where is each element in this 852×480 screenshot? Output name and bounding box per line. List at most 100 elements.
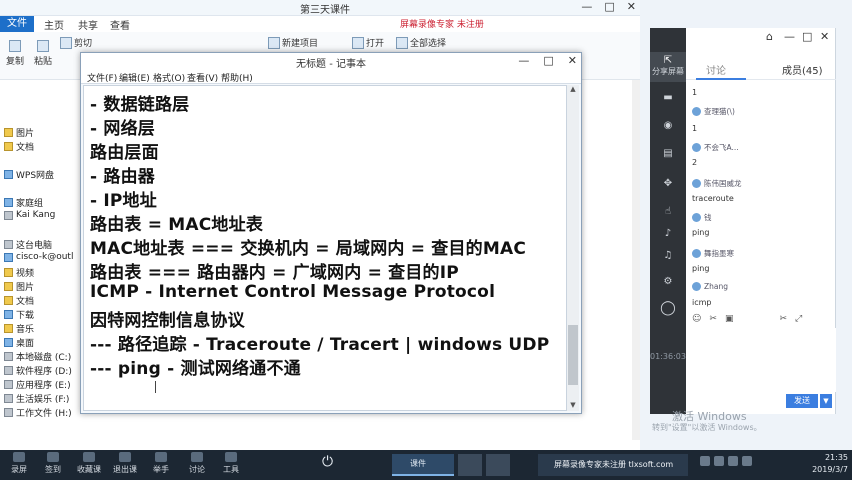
- taskbar-tools-button[interactable]: 工具: [218, 452, 244, 475]
- notepad-vertical-scrollbar[interactable]: ▲ ▼: [567, 85, 579, 411]
- scroll-up-arrow-icon[interactable]: ▲: [567, 85, 579, 95]
- camera-icon[interactable]: ◉: [650, 120, 686, 131]
- image-icon[interactable]: ▣: [725, 314, 734, 328]
- avatar[interactable]: [692, 213, 701, 222]
- tab-share[interactable]: 共享: [78, 17, 98, 32]
- taskbar-exit-button[interactable]: 退出课: [110, 452, 140, 475]
- pin-icon[interactable]: ⌂: [766, 30, 773, 43]
- avatar[interactable]: [692, 249, 701, 258]
- emoji-icon[interactable]: ☺: [692, 314, 701, 328]
- tab-home[interactable]: 主页: [44, 17, 64, 32]
- scroll-down-arrow-icon[interactable]: ▼: [567, 401, 579, 411]
- minimize-button[interactable]: —: [784, 30, 795, 43]
- settings-icon[interactable]: ⚙: [650, 276, 686, 287]
- nav-item[interactable]: 音乐: [4, 322, 34, 335]
- nav-item[interactable]: WPS网盘: [4, 168, 54, 181]
- nav-item[interactable]: 软件程序 (D:): [4, 364, 72, 377]
- taskbar-favorite-button[interactable]: 收藏课: [74, 452, 104, 475]
- tools-icon[interactable]: ✂: [779, 314, 787, 328]
- minimize-button[interactable]: —: [518, 54, 529, 67]
- nav-item[interactable]: 图片: [4, 280, 34, 293]
- nav-item[interactable]: 生活娱乐 (F:): [4, 392, 69, 405]
- record-button-icon[interactable]: ◯: [650, 300, 686, 316]
- discuss-icon: [191, 452, 203, 462]
- paste-button[interactable]: 粘贴: [34, 40, 52, 67]
- close-button[interactable]: ✕: [568, 54, 577, 67]
- volume-icon[interactable]: [714, 456, 724, 466]
- text-line: --- 路径追踪 - Traceroute / Tracert | window…: [90, 335, 550, 355]
- taskbar-app-notepad[interactable]: [486, 454, 510, 476]
- nav-item[interactable]: 应用程序 (E:): [4, 378, 71, 391]
- notification-icon[interactable]: [742, 456, 752, 466]
- taskbar-record-button[interactable]: 录屏: [6, 452, 32, 475]
- network-icon[interactable]: [700, 456, 710, 466]
- nav-item[interactable]: 工作文件 (H:): [4, 406, 72, 419]
- select-all-button[interactable]: 全部选择: [396, 36, 446, 49]
- music-icon[interactable]: ♫: [650, 250, 686, 261]
- nav-item[interactable]: 视频: [4, 266, 34, 279]
- taskbar-clock[interactable]: 21:35 2019/3/7: [812, 452, 848, 476]
- nav-item[interactable]: 桌面: [4, 336, 34, 349]
- maximize-button[interactable]: □: [802, 30, 812, 43]
- nav-item[interactable]: 文档: [4, 140, 34, 153]
- power-icon[interactable]: ⏻: [322, 454, 333, 470]
- explorer-titlebar[interactable]: 第三天课件 — □ ✕: [0, 0, 640, 16]
- maximize-button[interactable]: □: [543, 54, 553, 67]
- maximize-button[interactable]: □: [604, 0, 614, 13]
- minimize-button[interactable]: —: [581, 0, 592, 13]
- nav-item[interactable]: 文档: [4, 294, 34, 307]
- nav-item[interactable]: 家庭组: [4, 196, 43, 209]
- copy-button[interactable]: 复制: [6, 40, 24, 67]
- cut-button[interactable]: 剪切: [60, 36, 92, 49]
- scissors-icon[interactable]: ✂: [709, 314, 717, 328]
- chat-icon[interactable]: ▤: [650, 148, 686, 159]
- nav-item[interactable]: 下载: [4, 308, 34, 321]
- menu-help[interactable]: 帮助(H): [221, 71, 253, 84]
- scroll-thumb[interactable]: [568, 325, 578, 385]
- avatar[interactable]: [692, 282, 701, 291]
- menu-file[interactable]: 文件(F): [87, 71, 117, 84]
- avatar[interactable]: [692, 143, 701, 152]
- chat-message-input[interactable]: [686, 328, 836, 392]
- notepad-text-area[interactable]: - 数据链路层 - 网络层 路由层面 - 路由器 - IP地址 路由表 = MA…: [83, 85, 567, 411]
- new-item-button[interactable]: 新建项目: [268, 36, 318, 49]
- scissors-icon: [60, 36, 72, 49]
- video-icon[interactable]: ▬: [650, 92, 686, 103]
- taskbar-signin-button[interactable]: 签到: [40, 452, 66, 475]
- send-options-chevron-icon[interactable]: ▼: [820, 394, 832, 408]
- avatar[interactable]: [692, 107, 701, 116]
- pointer-icon[interactable]: ✥: [650, 178, 686, 189]
- avatar[interactable]: [692, 179, 701, 188]
- taskbar-app-courseware[interactable]: 课件: [392, 454, 454, 476]
- menu-view[interactable]: 查看(V): [187, 71, 218, 84]
- taskbar-discuss-button[interactable]: 讨论: [184, 452, 210, 475]
- close-button[interactable]: ✕: [627, 0, 636, 13]
- input-method-icon[interactable]: [728, 456, 738, 466]
- menu-format[interactable]: 格式(O): [153, 71, 185, 84]
- tab-view[interactable]: 查看: [110, 17, 130, 32]
- share-screen-button[interactable]: ⇱ 分享屏幕: [650, 52, 686, 82]
- nav-item[interactable]: 本地磁盘 (C:): [4, 350, 71, 363]
- nav-item[interactable]: 这台电脑: [4, 238, 52, 251]
- close-button[interactable]: ✕: [820, 30, 829, 43]
- send-button[interactable]: 发送: [786, 394, 818, 408]
- chat-message: ping: [692, 264, 710, 273]
- touch-icon[interactable]: ☝: [650, 206, 686, 217]
- explorer-scrollbar[interactable]: [632, 80, 640, 440]
- expand-icon[interactable]: ⤢: [795, 314, 802, 328]
- notepad-titlebar[interactable]: 无标题 - 记事本 — □ ✕: [81, 53, 581, 70]
- volume-icon[interactable]: ♪: [650, 228, 686, 239]
- tab-members[interactable]: 成员(45): [782, 62, 823, 77]
- explorer-title: 第三天课件: [300, 5, 350, 16]
- tab-discuss[interactable]: 讨论: [706, 62, 726, 77]
- tab-file[interactable]: 文件: [0, 16, 34, 32]
- menu-edit[interactable]: 编辑(E): [119, 71, 150, 84]
- text-line: 因特网控制信息协议: [90, 311, 245, 331]
- taskbar-raise-hand-button[interactable]: 举手: [148, 452, 174, 475]
- nav-item[interactable]: 图片: [4, 126, 34, 139]
- taskbar-app-recorder[interactable]: 屏幕录像专家未注册 tlxsoft.com: [538, 454, 688, 476]
- taskbar-app-explorer[interactable]: [458, 454, 482, 476]
- nav-item[interactable]: Kai Kang: [4, 210, 55, 220]
- nav-item[interactable]: cisco-k@outl: [4, 252, 73, 262]
- open-button[interactable]: 打开: [352, 36, 384, 49]
